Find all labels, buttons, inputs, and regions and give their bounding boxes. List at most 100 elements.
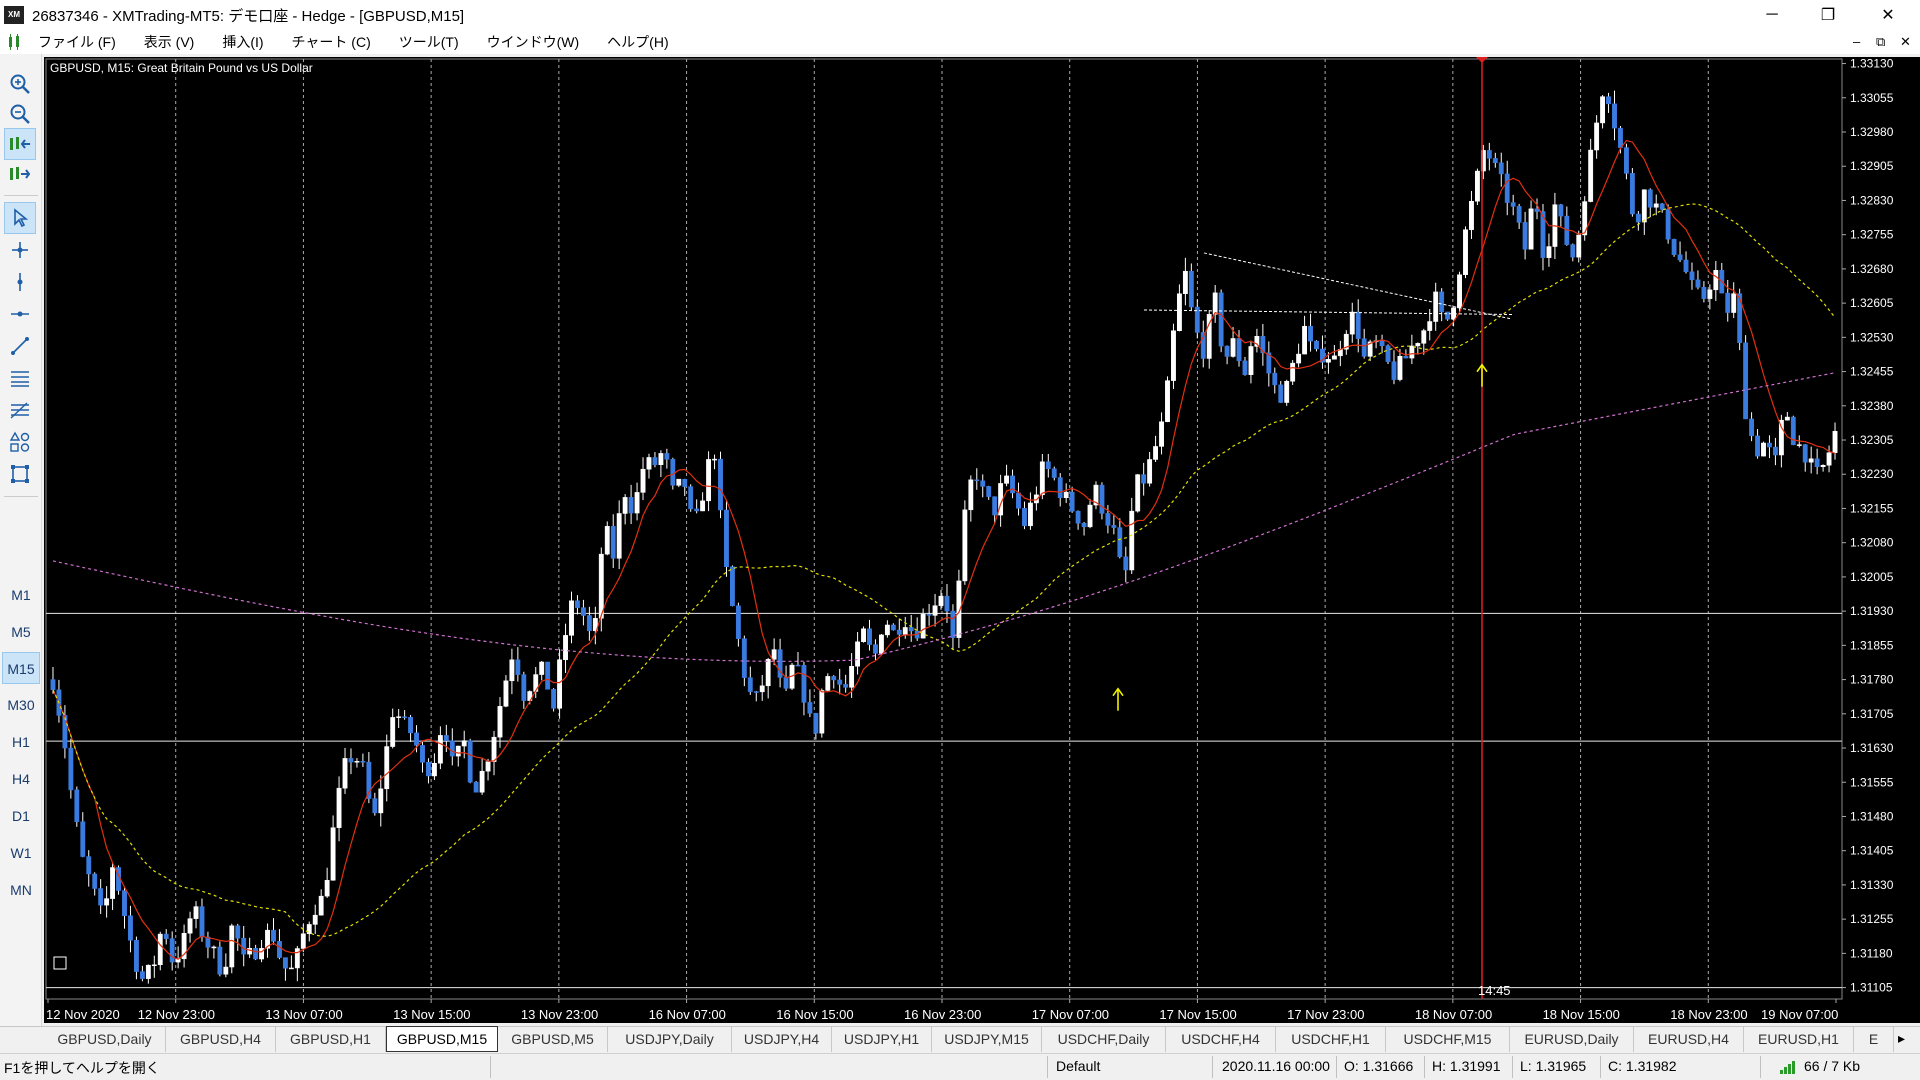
mdi-close-button[interactable]: ✕ bbox=[1900, 34, 1911, 50]
timeframe-d1[interactable]: D1 bbox=[2, 800, 40, 832]
chart-tab[interactable]: GBPUSD,H4 bbox=[166, 1027, 276, 1052]
y-tick-label: 1.31555 bbox=[1850, 775, 1894, 789]
chart-tab[interactable]: EURUSD,Daily bbox=[1510, 1027, 1634, 1052]
crosshair-icon[interactable] bbox=[4, 234, 36, 266]
candle bbox=[658, 453, 664, 465]
fibonacci-icon[interactable] bbox=[4, 394, 36, 426]
candle bbox=[1242, 360, 1248, 375]
timeframe-m15[interactable]: M15 bbox=[2, 652, 40, 684]
candle bbox=[1355, 311, 1361, 339]
y-tick-label: 1.32605 bbox=[1850, 296, 1894, 310]
candle bbox=[1296, 353, 1302, 364]
candle bbox=[1772, 446, 1778, 456]
chart-tab[interactable]: GBPUSD,Daily bbox=[44, 1027, 166, 1052]
autoscroll-icon[interactable] bbox=[4, 158, 36, 190]
timeframe-h1[interactable]: H1 bbox=[2, 726, 40, 758]
y-tick-label: 1.32305 bbox=[1850, 433, 1894, 447]
candle bbox=[759, 685, 765, 693]
candle bbox=[1767, 442, 1772, 448]
candle bbox=[1796, 444, 1802, 446]
timeframe-m5[interactable]: M5 bbox=[2, 616, 40, 648]
chart-tab[interactable]: GBPUSD,M5 bbox=[498, 1027, 608, 1052]
chart-shift-icon[interactable] bbox=[4, 128, 36, 160]
chart-tab[interactable]: USDCHF,H1 bbox=[1276, 1027, 1386, 1052]
vertical-line-icon[interactable] bbox=[4, 266, 36, 298]
mt5-app-icon: XM bbox=[4, 6, 24, 24]
object-select-icon[interactable] bbox=[4, 458, 36, 490]
status-profile[interactable]: Default bbox=[1056, 1058, 1100, 1074]
candle bbox=[122, 890, 127, 917]
ma-mid-line bbox=[52, 203, 1836, 937]
menu-charts[interactable]: チャート (C) bbox=[292, 32, 371, 52]
candle bbox=[479, 770, 485, 793]
candle bbox=[1820, 465, 1826, 467]
chart-tab[interactable]: GBPUSD,H1 bbox=[276, 1027, 386, 1052]
chart-window[interactable]: 14:45 GBPUSD, M15: Great Britain Pound vs… bbox=[44, 57, 1920, 1023]
candle bbox=[1629, 173, 1635, 215]
candle bbox=[515, 659, 521, 675]
candle bbox=[485, 761, 491, 772]
menu-view[interactable]: 表示 (V) bbox=[144, 32, 195, 52]
menu-window[interactable]: ウインドウ(W) bbox=[487, 32, 580, 52]
candle bbox=[902, 627, 908, 635]
mdi-restore-button[interactable]: ⧉ bbox=[1876, 34, 1885, 50]
candle bbox=[223, 966, 229, 975]
close-button[interactable]: ✕ bbox=[1860, 0, 1916, 30]
chart-tab[interactable]: GBPUSD,M15 bbox=[386, 1026, 498, 1052]
shapes-icon[interactable] bbox=[4, 426, 36, 458]
chart-tab[interactable]: USDCHF,M15 bbox=[1386, 1027, 1510, 1052]
chart-tab[interactable]: USDJPY,H4 bbox=[732, 1027, 832, 1052]
candle bbox=[604, 526, 610, 555]
chart-tab[interactable]: EURUSD,H1 bbox=[1744, 1027, 1854, 1052]
y-tick-label: 1.31930 bbox=[1850, 604, 1894, 618]
timeframe-mn[interactable]: MN bbox=[2, 874, 40, 906]
cursor-icon[interactable] bbox=[4, 202, 36, 234]
candle bbox=[1248, 346, 1254, 375]
channel-icon[interactable] bbox=[4, 362, 36, 394]
candle bbox=[128, 915, 133, 941]
timeframe-h4[interactable]: H4 bbox=[2, 763, 40, 795]
candle bbox=[1600, 96, 1606, 124]
candle bbox=[1761, 442, 1766, 457]
candle bbox=[1230, 338, 1236, 357]
minimize-button[interactable]: ─ bbox=[1744, 0, 1800, 30]
candle bbox=[718, 458, 723, 511]
menu-tools[interactable]: ツール(T) bbox=[399, 32, 459, 52]
trend-line-icon[interactable] bbox=[4, 330, 36, 362]
menu-help[interactable]: ヘルプ(H) bbox=[607, 32, 668, 52]
ma-fast-line bbox=[52, 139, 1836, 960]
chart-tab[interactable]: EURUSD,H4 bbox=[1634, 1027, 1744, 1052]
candle bbox=[1111, 525, 1117, 528]
mdi-minimize-button[interactable]: – bbox=[1853, 34, 1860, 49]
horizontal-line-icon[interactable] bbox=[4, 298, 36, 330]
chart-tab[interactable]: USDJPY,H1 bbox=[832, 1027, 932, 1052]
candle bbox=[1832, 431, 1838, 453]
chart-tab[interactable]: USDJPY,Daily bbox=[608, 1027, 732, 1052]
candle bbox=[694, 508, 700, 512]
chart-tab[interactable]: E bbox=[1854, 1027, 1894, 1052]
chart-tab[interactable]: USDJPY,M15 bbox=[932, 1027, 1042, 1052]
maximize-button[interactable]: ❐ bbox=[1800, 0, 1856, 30]
candle bbox=[467, 740, 473, 783]
timeframe-w1[interactable]: W1 bbox=[2, 837, 40, 869]
timeframe-m30[interactable]: M30 bbox=[2, 689, 40, 721]
price-chart[interactable]: 14:45 GBPUSD, M15: Great Britain Pound vs… bbox=[44, 57, 1920, 1023]
candle bbox=[598, 553, 604, 619]
candle bbox=[783, 677, 789, 689]
chart-tab[interactable]: USDCHF,Daily bbox=[1042, 1027, 1166, 1052]
candle bbox=[1606, 96, 1611, 105]
zoom-in-icon[interactable] bbox=[4, 68, 36, 100]
candle bbox=[938, 595, 944, 606]
candle bbox=[1039, 461, 1045, 496]
menu-file[interactable]: ファイル (F) bbox=[38, 32, 116, 52]
tab-scroll-right-icon[interactable]: ▸ bbox=[1898, 1030, 1905, 1047]
candle bbox=[968, 479, 974, 511]
chart-tabs-bar: GBPUSD,Daily GBPUSD,H4 GBPUSD,H1 GBPUSD,M15… bbox=[0, 1026, 1920, 1052]
chart-tab[interactable]: USDCHF,H4 bbox=[1166, 1027, 1276, 1052]
ma-slow-line bbox=[52, 372, 1836, 662]
menu-insert[interactable]: 挿入(I) bbox=[222, 32, 263, 52]
candle bbox=[330, 827, 336, 881]
zoom-out-icon[interactable] bbox=[4, 98, 36, 130]
candle bbox=[825, 676, 831, 691]
timeframe-m1[interactable]: M1 bbox=[2, 579, 40, 611]
